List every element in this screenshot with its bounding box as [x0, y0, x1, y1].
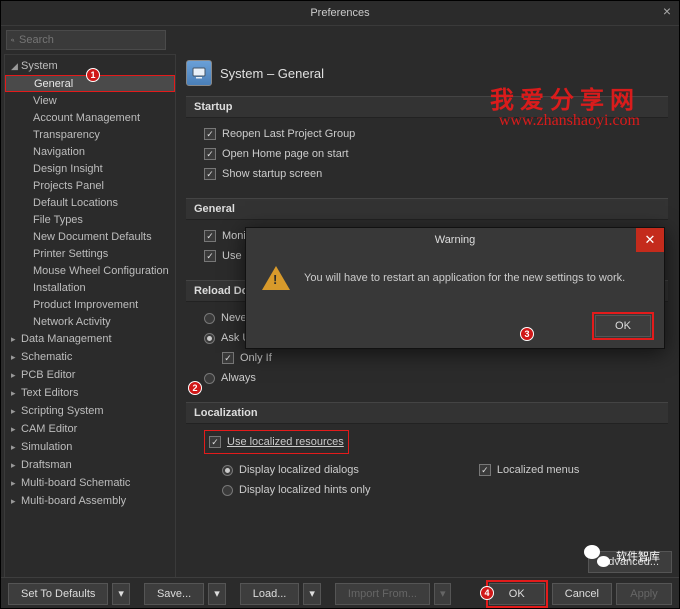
wechat-watermark: 软件智库 [584, 545, 660, 567]
tree-item-view[interactable]: View [5, 92, 175, 109]
chk-localized[interactable]: ✓Use localized resources [209, 432, 344, 452]
warning-close-button[interactable]: ✕ [636, 228, 664, 252]
import-button[interactable]: Import From... [335, 583, 430, 605]
tree-item-account[interactable]: Account Management [5, 109, 175, 126]
tree-node-pcb[interactable]: ▸PCB Editor [5, 366, 175, 384]
annotation-4: 4 [480, 586, 494, 600]
radio-hints[interactable]: Display localized hints only [222, 480, 370, 500]
search-input[interactable] [19, 34, 161, 46]
warning-message: You will have to restart an application … [304, 272, 625, 284]
load-dropdown[interactable]: ▾ [303, 583, 321, 605]
cancel-button[interactable]: Cancel [552, 583, 612, 605]
close-icon[interactable]: × [660, 4, 674, 18]
watermark-url: www.zhanshaoyi.com [499, 112, 640, 130]
tree-item-insight[interactable]: Design Insight [5, 160, 175, 177]
radio-dialogs[interactable]: Display localized dialogs [222, 460, 359, 480]
tree-item-defaultloc[interactable]: Default Locations [5, 194, 175, 211]
tree-item-mousewheel[interactable]: Mouse Wheel Configuration [5, 262, 175, 279]
tree-item-network[interactable]: Network Activity [5, 313, 175, 330]
watermark-text: 我爱分享网 [490, 80, 640, 115]
tree-node-text[interactable]: ▸Text Editors [5, 384, 175, 402]
warning-dialog: Warning ✕ You will have to restart an ap… [245, 227, 665, 349]
defaults-dropdown[interactable]: ▾ [112, 583, 130, 605]
chk-menus[interactable]: ✓Localized menus [479, 460, 580, 480]
section-general: General [186, 198, 668, 220]
tree-item-projects[interactable]: Projects Panel [5, 177, 175, 194]
warning-icon [262, 266, 290, 290]
load-button[interactable]: Load... [240, 583, 300, 605]
save-dropdown[interactable]: ▾ [208, 583, 226, 605]
tree-node-cam[interactable]: ▸CAM Editor [5, 420, 175, 438]
tree-item-transparency[interactable]: Transparency [5, 126, 175, 143]
tree-item-printer[interactable]: Printer Settings [5, 245, 175, 262]
section-localization: Localization [186, 402, 668, 424]
apply-button[interactable]: Apply [616, 583, 672, 605]
wechat-icon [584, 545, 610, 567]
search-icon [11, 35, 15, 46]
tree-node-draft[interactable]: ▸Draftsman [5, 456, 175, 474]
search-box[interactable] [6, 30, 166, 50]
tree-item-installation[interactable]: Installation [5, 279, 175, 296]
tree-item-filetypes[interactable]: File Types [5, 211, 175, 228]
ok-button[interactable]: OK [489, 583, 545, 605]
warning-titlebar: Warning ✕ [246, 228, 664, 252]
tree-node-script[interactable]: ▸Scripting System [5, 402, 175, 420]
save-button[interactable]: Save... [144, 583, 204, 605]
window-title: Preferences [310, 7, 369, 19]
tree-item-navigation[interactable]: Navigation [5, 143, 175, 160]
tree-node-schematic[interactable]: ▸Schematic [5, 348, 175, 366]
footer: Set To Defaults ▾ Save... ▾ Load... ▾ Im… [0, 577, 680, 609]
tree-item-newdoc[interactable]: New Document Defaults [5, 228, 175, 245]
tree-node-mbasm[interactable]: ▸Multi-board Assembly [5, 492, 175, 510]
warning-ok-button[interactable]: OK [595, 315, 651, 337]
tree-node-mbsch[interactable]: ▸Multi-board Schematic [5, 474, 175, 492]
chk-openhome[interactable]: ✓Open Home page on start [204, 144, 668, 164]
defaults-button[interactable]: Set To Defaults [8, 583, 108, 605]
import-dropdown[interactable]: ▾ [434, 583, 452, 605]
tree-item-product[interactable]: Product Improvement [5, 296, 175, 313]
titlebar: Preferences × [0, 0, 680, 26]
tree-sidebar: ◢System General View Account Management … [4, 54, 176, 578]
chk-showstart[interactable]: ✓Show startup screen [204, 164, 668, 184]
chk-onlyif[interactable]: ✓Only If [204, 348, 668, 368]
radio-always[interactable]: Always [204, 368, 668, 388]
page-title: System – General [220, 66, 324, 81]
tree-node-data[interactable]: ▸Data Management [5, 330, 175, 348]
annotation-3: 3 [520, 327, 534, 341]
annotation-1: 1 [86, 68, 100, 82]
annotation-2: 2 [188, 381, 202, 395]
system-icon [186, 60, 212, 86]
tree-node-sim[interactable]: ▸Simulation [5, 438, 175, 456]
